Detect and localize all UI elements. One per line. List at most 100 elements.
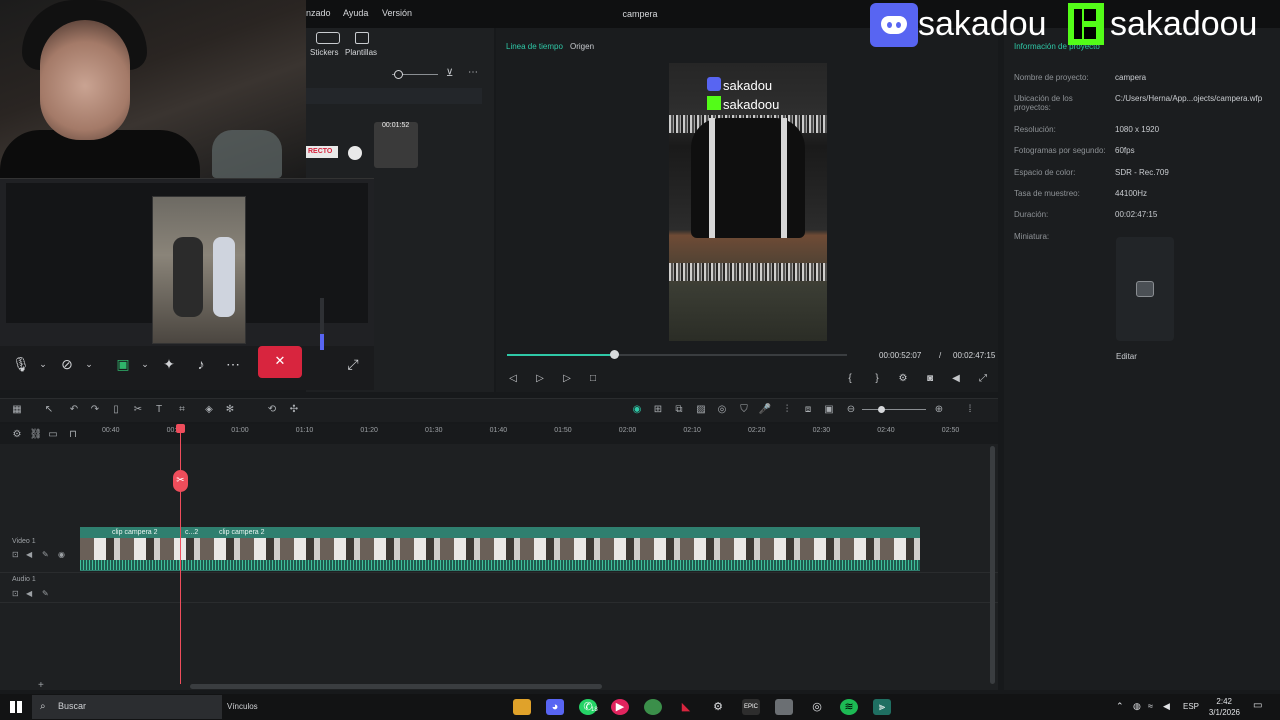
link-icon[interactable]: ⛓: [29, 429, 43, 440]
chrome-icon[interactable]: [644, 699, 662, 715]
camera-off-icon[interactable]: ⊘: [56, 355, 78, 373]
activities-icon[interactable]: ✦: [158, 355, 180, 373]
fullscreen-off-icon[interactable]: ⤢: [342, 355, 364, 373]
transform-icon[interactable]: ⟲: [265, 404, 279, 415]
grid-icon[interactable]: ⁞: [963, 404, 977, 415]
tray-chevron-icon[interactable]: ⌃: [1116, 701, 1124, 712]
soundboard-icon[interactable]: ♪: [190, 355, 212, 373]
app-window-icon[interactable]: [775, 699, 793, 715]
obs-icon[interactable]: ◎: [808, 699, 826, 715]
lock-icon[interactable]: ⊡: [12, 550, 19, 559]
color-icon[interactable]: ◎: [715, 404, 729, 415]
layout-icon[interactable]: ▦: [10, 404, 24, 415]
timeline-zoom-knob[interactable]: [878, 406, 885, 413]
timeline-zoom-slider[interactable]: [862, 409, 926, 410]
chevron-down-icon[interactable]: ⌄: [32, 355, 54, 373]
magnet-icon[interactable]: ⊓: [66, 429, 80, 440]
split-icon[interactable]: ⊞: [651, 404, 665, 415]
microphone-icon[interactable]: 🎙: [10, 355, 32, 373]
zoom-in-icon[interactable]: ⊕: [932, 404, 946, 415]
add-track-icon[interactable]: +: [38, 680, 44, 691]
discord-app-icon[interactable]: ◕: [546, 699, 564, 715]
template-icon[interactable]: [355, 32, 369, 44]
chevron-down-icon[interactable]: ⌄: [78, 355, 100, 373]
mixer-icon[interactable]: ⫶: [780, 404, 794, 415]
wifi-icon[interactable]: ≈: [1148, 701, 1153, 711]
vinculos-toolbar[interactable]: Vínculos: [227, 702, 258, 711]
speaker-icon[interactable]: ◀: [1163, 701, 1170, 712]
playhead-handle[interactable]: [176, 424, 185, 433]
horizontal-scrollbar[interactable]: [190, 684, 602, 689]
redo-icon[interactable]: ↷: [88, 404, 102, 415]
volume-icon[interactable]: ◀: [949, 373, 963, 384]
cut-icon[interactable]: ✂: [131, 404, 145, 415]
templates-tab[interactable]: Plantillas: [345, 48, 377, 57]
mute-icon[interactable]: ◀: [26, 550, 32, 559]
search-bar[interactable]: [306, 88, 482, 104]
media-player-icon[interactable]: ▶: [611, 699, 629, 715]
playhead-line[interactable]: [180, 426, 181, 684]
tab-timeline[interactable]: Linea de tiempo: [506, 42, 563, 51]
edit-track-icon[interactable]: ✎: [42, 550, 49, 559]
text-icon[interactable]: T: [152, 404, 166, 415]
zoom-slider-knob[interactable]: [394, 70, 403, 79]
edit-thumbnail-button[interactable]: Editar: [1116, 352, 1156, 361]
clock-time[interactable]: 2:42: [1200, 697, 1232, 706]
fullscreen-icon[interactable]: ⤢: [976, 373, 990, 384]
scene-icon[interactable]: ⧉: [672, 404, 686, 415]
settings-icon[interactable]: ⚙: [896, 373, 910, 384]
mark-in-icon[interactable]: {: [843, 373, 857, 384]
windows-start-icon[interactable]: [10, 701, 22, 713]
track-settings-icon[interactable]: ⚙: [10, 429, 24, 440]
image-tool-icon[interactable]: ▨: [694, 404, 708, 415]
play-icon[interactable]: ▷: [560, 373, 574, 384]
record-voice-icon[interactable]: 🎤: [758, 404, 772, 415]
stickers-tab[interactable]: Stickers: [310, 48, 338, 57]
more-icon[interactable]: ⋯: [468, 67, 478, 78]
effects-icon[interactable]: ✻: [223, 404, 237, 415]
tray-app-icon[interactable]: ◍: [1133, 701, 1141, 712]
select-icon[interactable]: ↖: [42, 404, 56, 415]
video-editor-icon[interactable]: ⫸: [873, 699, 891, 715]
stop-icon[interactable]: □: [586, 373, 600, 384]
filter-icon[interactable]: ⊻: [446, 68, 453, 79]
clock-date[interactable]: 3/1/2026: [1196, 708, 1240, 717]
file-explorer-icon[interactable]: [513, 699, 531, 715]
mark-out-icon[interactable]: }: [870, 373, 884, 384]
sticker-icon[interactable]: [316, 32, 340, 44]
snapshot-icon[interactable]: ◙: [923, 373, 937, 384]
taskbar-search[interactable]: Buscar: [32, 695, 222, 719]
vertical-scrollbar[interactable]: [990, 446, 995, 684]
zoom-out-icon[interactable]: ⊖: [844, 404, 858, 415]
shield-icon[interactable]: ⛉: [737, 404, 751, 415]
settings-app-icon[interactable]: ⚙: [709, 699, 727, 715]
eye-icon[interactable]: ◉: [58, 550, 65, 559]
caption-icon[interactable]: ▭: [46, 429, 60, 440]
chevron-down-icon[interactable]: ⌄: [134, 355, 156, 373]
thumbnail-box[interactable]: [1116, 237, 1174, 341]
notification-icon[interactable]: ▭: [1253, 700, 1262, 711]
leave-call-button[interactable]: ✕: [258, 346, 302, 378]
split-scissors-icon[interactable]: ✂: [173, 470, 188, 492]
more-icon[interactable]: ⋯: [222, 355, 244, 373]
info-label: Nombre de proyecto:: [1014, 73, 1089, 82]
app-icon[interactable]: ◣: [677, 699, 695, 715]
screen-share-icon[interactable]: ▣: [112, 355, 134, 373]
delete-icon[interactable]: ▯: [109, 404, 123, 415]
ai-assistant-icon[interactable]: ◉: [630, 404, 644, 415]
keyframe-icon[interactable]: ◈: [202, 404, 216, 415]
prev-frame-icon[interactable]: ◁: [506, 373, 520, 384]
lock-icon[interactable]: ⊡: [12, 589, 19, 598]
replace-icon[interactable]: ⧈: [801, 404, 815, 415]
step-back-icon[interactable]: ▷: [533, 373, 547, 384]
edit-track-icon[interactable]: ✎: [42, 589, 49, 598]
undo-icon[interactable]: ↶: [67, 404, 81, 415]
crop-icon[interactable]: ⌗: [175, 404, 189, 415]
epic-games-icon[interactable]: EPIC: [742, 699, 760, 715]
chat-icon[interactable]: [348, 146, 362, 160]
mute-icon[interactable]: ◀: [26, 589, 32, 598]
tab-source[interactable]: Origen: [570, 42, 594, 51]
ai-tool-icon[interactable]: ✣: [287, 404, 301, 415]
pip-icon[interactable]: ▣: [822, 404, 836, 415]
spotify-icon[interactable]: ≋: [840, 699, 858, 715]
